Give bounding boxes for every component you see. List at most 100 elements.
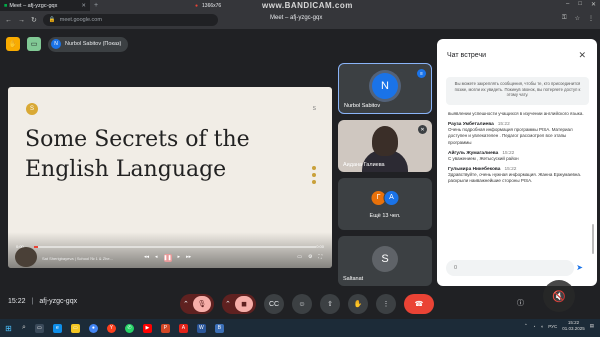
yandex-icon[interactable]: Y: [106, 323, 116, 333]
record-dot-icon: ●: [195, 2, 199, 9]
volume-icon[interactable]: ◖: [540, 324, 543, 329]
camera-button-group: ⌃ ◼: [222, 294, 256, 314]
prev-icon[interactable]: ◂: [155, 254, 158, 262]
video-duration: 0:00: [316, 244, 324, 249]
meet-controls-bar: 15:22 | afj-yzgc-gqx ⌃ 🎙 ⌃ ◼ CC ☺ ⇧ ✋ ⋮ …: [0, 289, 600, 319]
tray-arrow-icon[interactable]: ⌃: [524, 323, 528, 329]
windows-taskbar: ⊞ ⌕ ▭ e ▭ ● Y ✆ ▶ P A W B: [0, 319, 600, 337]
screen: ■ Meet – afj-yzgc-gqx ✕ + ● 1366x76 www.…: [0, 0, 600, 337]
reactions-button[interactable]: ☺: [292, 294, 312, 314]
language-indicator[interactable]: РУС: [548, 324, 557, 329]
more-icon: ⋮: [382, 301, 390, 308]
slide-dot: [312, 166, 316, 170]
start-icon[interactable]: ⊞: [4, 324, 13, 333]
next-icon[interactable]: ▸: [178, 254, 181, 262]
participant-name: Аидана Галиева: [343, 162, 385, 168]
search-icon[interactable]: ⌕: [22, 324, 26, 332]
fullscreen-icon[interactable]: ⛶: [318, 254, 322, 260]
presenter-chip[interactable]: N Nurbol Sabitov (Показ): [48, 36, 129, 52]
settings-icon[interactable]: ⚙: [308, 254, 312, 260]
bandicam-icon[interactable]: B: [214, 323, 224, 333]
meeting-info: 15:22 | afj-yzgc-gqx: [8, 298, 77, 305]
recorder-overlay: ● 1366x76: [195, 0, 221, 11]
hand-icon: ✋: [353, 301, 363, 308]
rewind-icon[interactable]: ◂◂: [144, 254, 149, 262]
close-chat-icon[interactable]: ✕: [578, 50, 586, 61]
message-text: С уважением , Жетысуский район: [448, 155, 519, 161]
chat-title: Чат встречи: [447, 52, 487, 59]
network-icon[interactable]: ◔: [533, 324, 536, 329]
browser-tab[interactable]: ■ Meet – afj-yzgc-gqx ✕: [0, 0, 90, 11]
hand-icon: ✋: [8, 41, 18, 48]
window-controls: – □ ✕: [566, 1, 596, 8]
chrome-icon[interactable]: ●: [88, 323, 98, 333]
maximize-button[interactable]: □: [578, 1, 582, 8]
forward-icon[interactable]: →: [18, 17, 25, 24]
shared-presentation: S S Some Secrets of the English Language…: [8, 87, 332, 268]
menu-icon[interactable]: ⋮: [588, 15, 594, 22]
chat-input[interactable]: 0: [446, 260, 574, 276]
word-icon[interactable]: W: [196, 323, 206, 333]
pdf-icon[interactable]: A: [178, 323, 188, 333]
explorer-icon[interactable]: ▭: [70, 323, 80, 333]
raise-hand-button[interactable]: ✋: [348, 294, 368, 314]
minimize-button[interactable]: –: [566, 1, 569, 8]
address-bar[interactable]: 🔒 meet.google.com: [42, 14, 218, 26]
system-tray: ⌃ ◔ ◖ РУС 15:22 01.03.2025 ▤: [524, 320, 594, 332]
slide-headline: Some Secrets of the English Language: [25, 127, 250, 182]
task-view-icon[interactable]: ▭: [34, 323, 44, 333]
subtitles-icon[interactable]: ▭: [297, 254, 302, 260]
slide-badge: S: [26, 103, 38, 115]
close-window-button[interactable]: ✕: [591, 1, 596, 8]
more-options-button[interactable]: ⋮: [376, 294, 396, 314]
mic-options-icon[interactable]: ⌃: [183, 300, 189, 308]
camera-off-button[interactable]: ◼: [235, 296, 253, 312]
powerpoint-icon[interactable]: P: [160, 323, 170, 333]
chat-messages: выявлении успешности учащихся в изучении…: [448, 111, 586, 189]
edge-icon[interactable]: e: [52, 323, 62, 333]
meet-topbar: ✋ ▭ N Nurbol Sabitov (Показ): [0, 29, 435, 59]
participant-tile[interactable]: N ≡ Nurbol Sabitov: [338, 63, 432, 114]
key-icon[interactable]: ⚿: [562, 15, 567, 22]
participant-face: [372, 126, 398, 156]
send-icon[interactable]: ➤: [576, 263, 583, 272]
captions-button[interactable]: CC: [264, 294, 284, 314]
layout-button[interactable]: ▭: [27, 37, 41, 51]
playback-controls: ◂◂ ◂ ❚❚ ▸ ▸▸: [144, 254, 191, 262]
star-icon[interactable]: ☆: [575, 15, 580, 22]
participant-avatar: A: [383, 189, 400, 206]
captions-icon: CC: [268, 300, 280, 308]
reload-icon[interactable]: ↻: [31, 16, 37, 24]
new-tab-button[interactable]: +: [90, 2, 102, 9]
chat-panel: Чат встречи ✕ Вы можете закреплять сообщ…: [437, 39, 597, 286]
slide-dots: [312, 166, 316, 184]
muted-indicator-icon: 🔇: [543, 280, 575, 312]
more-participants-tile[interactable]: Г A Ещё 13 чел.: [338, 178, 432, 230]
mic-off-button[interactable]: 🎙: [193, 296, 211, 312]
recorder-resolution: 1366x76: [202, 2, 222, 9]
notifications-icon[interactable]: ▤: [590, 323, 594, 329]
video-progress-bar[interactable]: [34, 246, 316, 248]
whatsapp-icon[interactable]: ✆: [124, 323, 134, 333]
address-text: meet.google.com: [59, 17, 102, 23]
meeting-details-icon[interactable]: ⓘ: [517, 298, 524, 308]
video-caption: Sat Sherigbayeva | School № 1 & Zhe...: [42, 256, 113, 261]
youtube-icon[interactable]: ▶: [142, 323, 152, 333]
tab-close-icon[interactable]: ✕: [81, 3, 86, 9]
pause-button[interactable]: ❚❚: [163, 254, 172, 262]
message-text: Здравствуйте, очень нужная информация. Ж…: [448, 172, 582, 184]
chat-scrollbar[interactable]: [592, 224, 594, 254]
meeting-code: afj-yzgc-gqx: [39, 298, 78, 305]
back-icon[interactable]: ←: [5, 17, 12, 24]
participant-tile[interactable]: ✕ Аидана Галиева: [338, 120, 432, 172]
present-button[interactable]: ⇧: [320, 294, 340, 314]
separator: |: [31, 298, 34, 305]
leave-call-button[interactable]: ☎: [404, 294, 434, 314]
forward-icon[interactable]: ▸▸: [186, 254, 191, 262]
participant-tile[interactable]: S Saltanat: [338, 236, 432, 286]
screen-icon: ▭: [30, 41, 38, 48]
camera-options-icon[interactable]: ⌃: [225, 300, 231, 308]
meet-favicon-icon: ■: [4, 2, 8, 9]
activities-button[interactable]: ✋: [6, 37, 20, 51]
system-clock[interactable]: 15:22 01.03.2025: [562, 320, 585, 332]
